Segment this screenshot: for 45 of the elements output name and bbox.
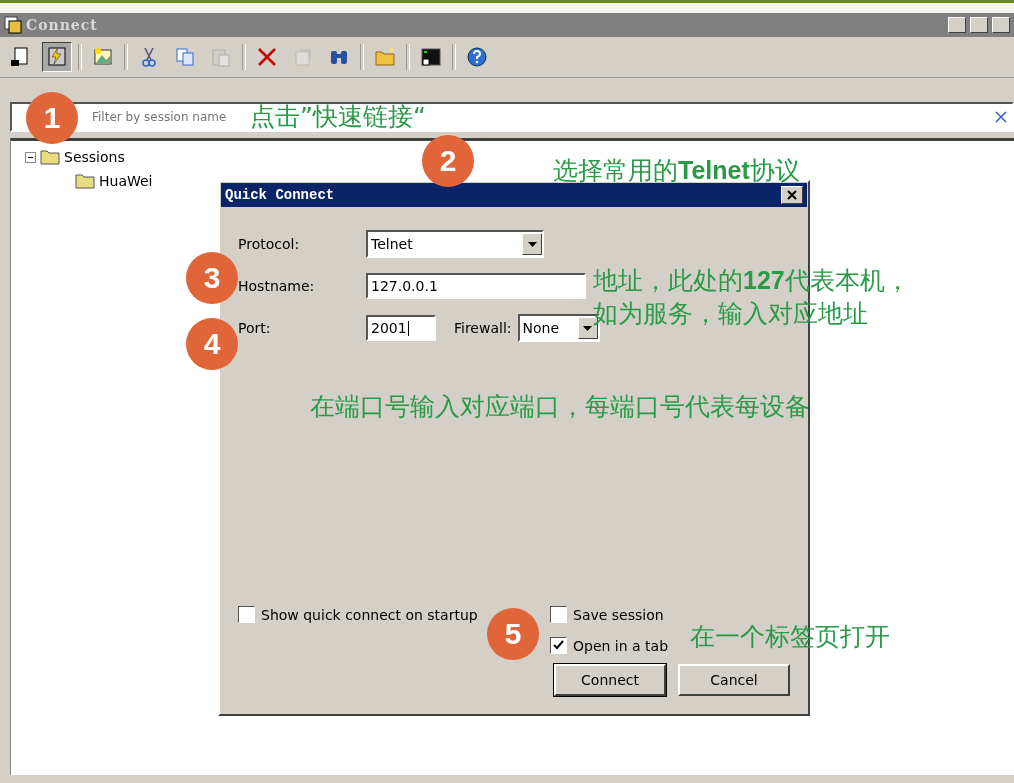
- field-label: Port:: [238, 320, 272, 336]
- paste-icon: [210, 46, 232, 68]
- terminal-icon: [420, 46, 442, 68]
- x-mark-icon: [256, 46, 278, 68]
- collapse-toggle[interactable]: [25, 151, 36, 163]
- field-label: Protocol:: [238, 236, 301, 252]
- folder-icon: [374, 46, 396, 68]
- annotation-text: 点击”快速链接“: [250, 101, 426, 133]
- close-icon: [787, 190, 797, 200]
- hostname-field[interactable]: 127.0.0.1: [366, 273, 586, 299]
- checkbox[interactable]: [550, 606, 567, 623]
- caret-icon: [527, 241, 537, 247]
- copy-icon: [174, 46, 196, 68]
- window-title: Connect: [26, 17, 99, 33]
- close-icon: [995, 111, 1007, 123]
- tree-item[interactable]: Sessions: [64, 149, 125, 165]
- text-cursor: [407, 320, 409, 336]
- annotation-text: 选择常用的Telnet协议: [553, 155, 800, 187]
- protocol-dropdown[interactable]: Telnet: [366, 230, 544, 258]
- field-label: Firewall:: [454, 320, 512, 336]
- step-badge: 1: [26, 92, 78, 144]
- checkbox[interactable]: [238, 606, 255, 623]
- dialog-title: Quick Connect: [225, 187, 336, 203]
- checkbox[interactable]: [550, 637, 567, 654]
- dialog-button[interactable]: Cancel: [678, 664, 790, 696]
- dialog-button[interactable]: Connect: [554, 664, 666, 696]
- toolbar-button[interactable]: [42, 42, 72, 72]
- checkbox-label: Show quick connect on startup: [261, 606, 478, 623]
- close-button[interactable]: [992, 17, 1010, 33]
- filter-input[interactable]: Filter by session name: [92, 110, 242, 124]
- port-field[interactable]: 2001: [366, 315, 436, 341]
- field-label: Hostname:: [238, 278, 316, 294]
- checkbox-label: Open in a tab: [573, 637, 669, 654]
- help-icon: [466, 46, 488, 68]
- close-button[interactable]: [781, 186, 803, 204]
- checkbox-label: Save session: [573, 606, 664, 623]
- caret-icon: [583, 325, 592, 331]
- lightning-icon: [46, 46, 68, 68]
- window-icon: [4, 16, 22, 34]
- folder-icon: [75, 173, 95, 189]
- minimize-button[interactable]: [948, 17, 966, 33]
- maximize-button[interactable]: [970, 17, 988, 33]
- folder-icon: [40, 149, 60, 165]
- image-icon: [92, 46, 114, 68]
- tree-item[interactable]: HuaWei: [99, 173, 153, 189]
